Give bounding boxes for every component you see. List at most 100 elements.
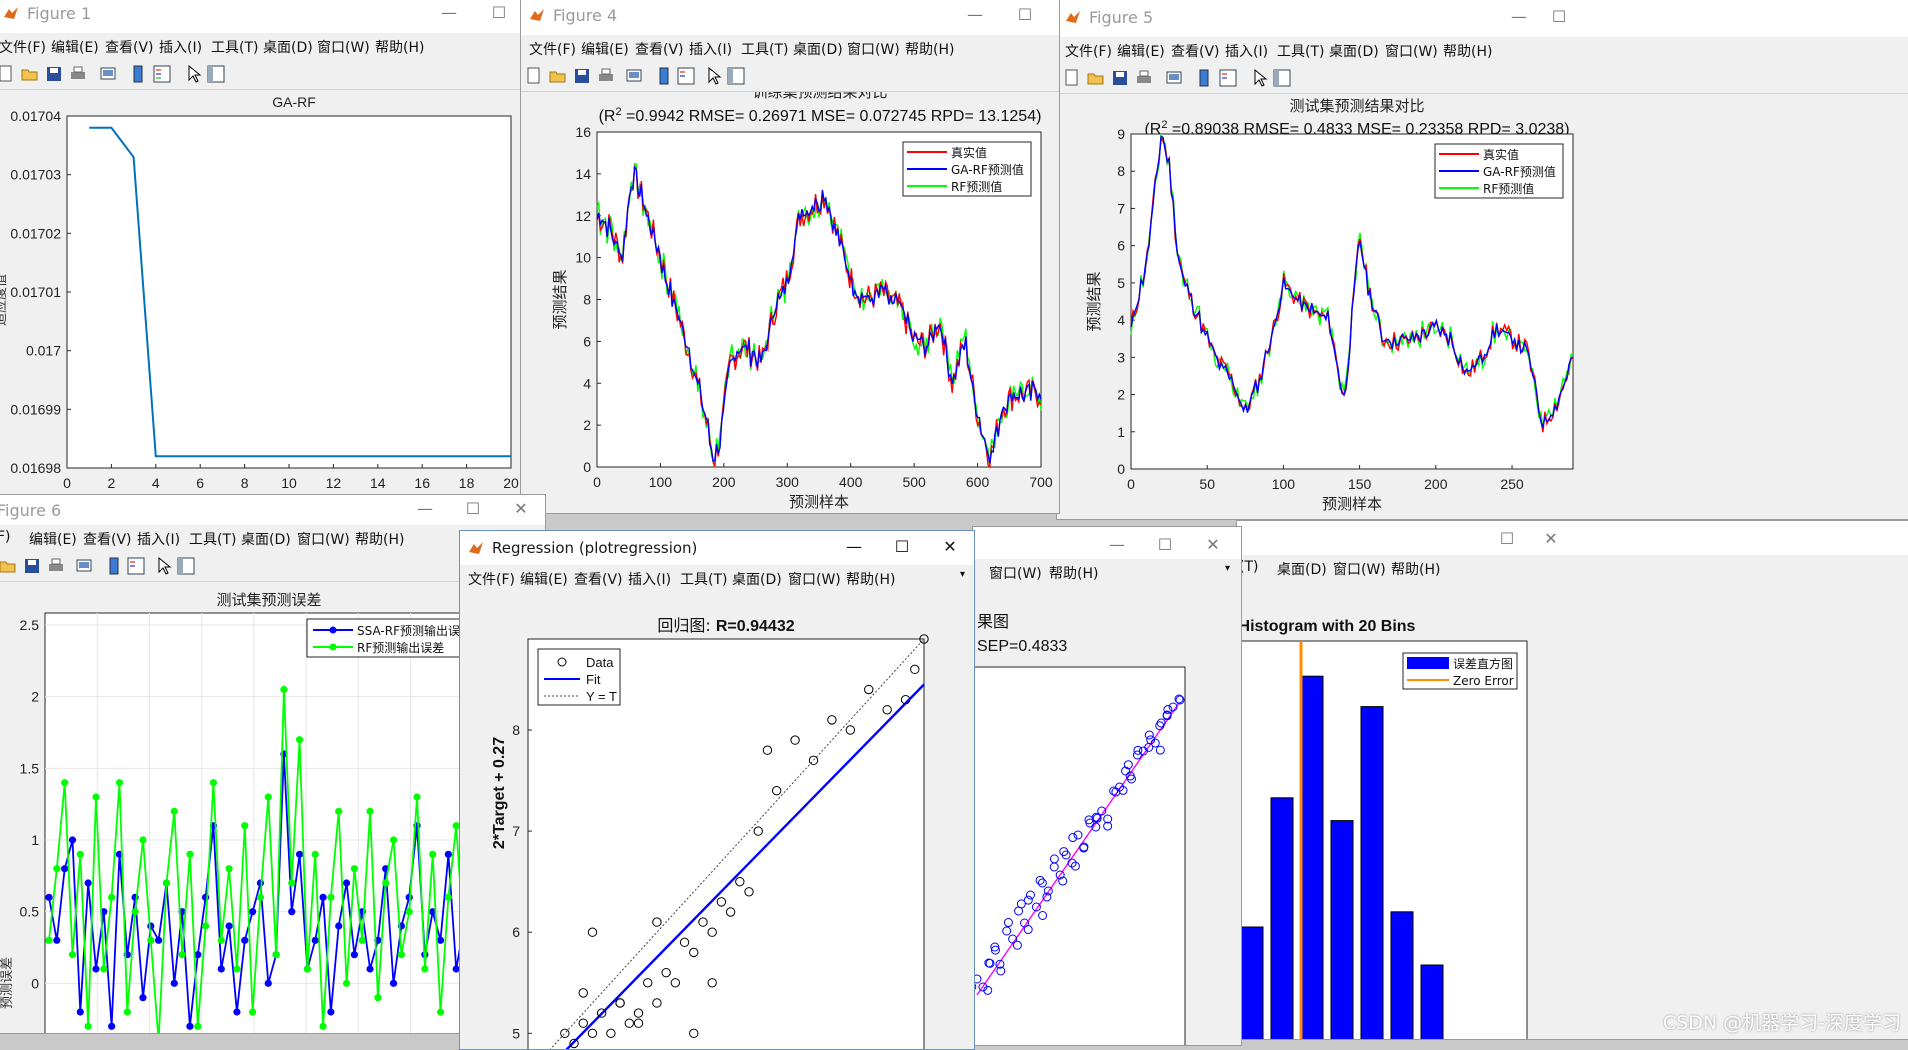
menu-view[interactable]: 查看(V)	[83, 529, 132, 549]
menu-window[interactable]: 窗口(W)	[1333, 559, 1386, 579]
menu-insert[interactable]: 插入(I)	[628, 569, 671, 589]
menu-edit[interactable]: 编辑(E)	[29, 529, 77, 549]
menu-file[interactable]: 文件(F)	[529, 39, 576, 59]
colorbar-icon[interactable]	[655, 67, 673, 85]
open-folder-icon[interactable]	[549, 67, 567, 85]
menu-edit[interactable]: 编辑(E)	[520, 569, 568, 589]
menu-help[interactable]: 帮助(H)	[1049, 563, 1098, 583]
property-editor-icon[interactable]	[177, 557, 195, 575]
legend-icon[interactable]	[1219, 69, 1237, 87]
menu-view[interactable]: 查看(V)	[574, 569, 623, 589]
property-editor-icon[interactable]	[207, 65, 225, 83]
menu-tools[interactable]: 工具(T)	[211, 37, 258, 57]
open-folder-icon[interactable]	[21, 65, 39, 83]
menu-edit[interactable]: 编辑(E)	[51, 37, 99, 57]
minimize-button[interactable]: —	[435, 1, 463, 25]
new-file-icon[interactable]	[0, 65, 15, 83]
legend-icon[interactable]	[153, 65, 171, 83]
toolbar-arrow-icon[interactable]: ▾	[960, 569, 965, 580]
figure1-titlebar[interactable]: Figure 1 — ☐	[0, 0, 533, 33]
menu-view[interactable]: 查看(V)	[105, 37, 154, 57]
menu-window[interactable]: 窗口(W)	[788, 569, 841, 589]
pointer-icon[interactable]	[185, 65, 203, 83]
maximize-button[interactable]: ☐	[888, 535, 916, 559]
link-plot-icon[interactable]	[99, 65, 117, 83]
menu-window[interactable]: 窗口(W)	[847, 39, 900, 59]
minimize-button[interactable]: —	[1505, 5, 1533, 29]
menu-window[interactable]: 窗口(W)	[989, 563, 1042, 583]
menu-help[interactable]: 帮助(H)	[375, 37, 424, 57]
menu-edit[interactable]: 编辑(E)	[581, 39, 629, 59]
minimize-button[interactable]: —	[840, 535, 868, 559]
colorbar-icon[interactable]	[105, 557, 123, 575]
pointer-icon[interactable]	[1251, 69, 1269, 87]
menu-insert[interactable]: 插入(I)	[159, 37, 202, 57]
maximize-button[interactable]: ☐	[485, 1, 513, 25]
menu-help[interactable]: 帮助(H)	[1443, 41, 1492, 61]
menu-window[interactable]: 窗口(W)	[297, 529, 350, 549]
menu-insert[interactable]: 插入(I)	[1225, 41, 1268, 61]
print-icon[interactable]	[69, 65, 87, 83]
minimize-button[interactable]: —	[961, 3, 989, 27]
figure6-titlebar[interactable]: Figure 6 — ☐ ✕	[0, 495, 545, 525]
print-icon[interactable]	[47, 557, 65, 575]
save-icon[interactable]	[573, 67, 591, 85]
property-editor-icon[interactable]	[1273, 69, 1291, 87]
new-file-icon[interactable]	[1063, 69, 1081, 87]
regression-titlebar[interactable]: Regression (plotregression) — ☐ ✕	[460, 531, 974, 565]
legend-icon[interactable]	[127, 557, 145, 575]
close-button[interactable]: ✕	[1537, 527, 1565, 551]
figure4-titlebar[interactable]: Figure 4 — ☐	[521, 0, 1059, 35]
menu-help[interactable]: 帮助(H)	[846, 569, 895, 589]
menu-desktop[interactable]: 桌面(D)	[732, 569, 782, 589]
menu-help[interactable]: 帮助(H)	[905, 39, 954, 59]
figure5-titlebar[interactable]: Figure 5 — ☐	[1057, 0, 1908, 37]
menu-desktop[interactable]: 桌面(D)	[1277, 559, 1327, 579]
property-editor-icon[interactable]	[727, 67, 745, 85]
menu-window[interactable]: 窗口(W)	[317, 37, 370, 57]
pointer-icon[interactable]	[155, 557, 173, 575]
minimize-button[interactable]: —	[1103, 533, 1131, 557]
maximize-button[interactable]: ☐	[1151, 533, 1179, 557]
print-icon[interactable]	[1135, 69, 1153, 87]
histogram-titlebar[interactable]: ☐ ✕	[1237, 521, 1908, 559]
link-plot-icon[interactable]	[625, 67, 643, 85]
maximize-button[interactable]: ☐	[1493, 527, 1521, 551]
open-folder-icon[interactable]	[1087, 69, 1105, 87]
new-file-icon[interactable]	[525, 67, 543, 85]
print-icon[interactable]	[597, 67, 615, 85]
open-folder-icon[interactable]	[0, 557, 17, 575]
menu-file-partial[interactable]: F)	[0, 529, 11, 545]
menu-file[interactable]: 文件(F)	[0, 37, 46, 57]
colorbar-icon[interactable]	[1195, 69, 1213, 87]
legend-icon[interactable]	[677, 67, 695, 85]
menu-edit[interactable]: 编辑(E)	[1117, 41, 1165, 61]
menu-file[interactable]: 文件(F)	[468, 569, 515, 589]
close-button[interactable]: ✕	[936, 535, 964, 559]
minimize-button[interactable]: —	[411, 497, 439, 521]
menu-desktop[interactable]: 桌面(D)	[241, 529, 291, 549]
link-plot-icon[interactable]	[1165, 69, 1183, 87]
menu-desktop[interactable]: 桌面(D)	[263, 37, 313, 57]
close-button[interactable]: ✕	[1199, 533, 1227, 557]
save-icon[interactable]	[23, 557, 41, 575]
link-plot-icon[interactable]	[75, 557, 93, 575]
menu-tools[interactable]: 工具(T)	[741, 39, 788, 59]
menu-view[interactable]: 查看(V)	[635, 39, 684, 59]
menu-window[interactable]: 窗口(W)	[1385, 41, 1438, 61]
save-icon[interactable]	[1111, 69, 1129, 87]
maximize-button[interactable]: ☐	[1545, 5, 1573, 29]
menu-help[interactable]: 帮助(H)	[355, 529, 404, 549]
maximize-button[interactable]: ☐	[459, 497, 487, 521]
menu-desktop[interactable]: 桌面(D)	[793, 39, 843, 59]
menu-insert[interactable]: 插入(I)	[137, 529, 180, 549]
menu-help[interactable]: 帮助(H)	[1391, 559, 1440, 579]
menu-insert[interactable]: 插入(I)	[689, 39, 732, 59]
menu-view[interactable]: 查看(V)	[1171, 41, 1220, 61]
pointer-icon[interactable]	[705, 67, 723, 85]
save-icon[interactable]	[45, 65, 63, 83]
menu-tools[interactable]: 工具(T)	[680, 569, 727, 589]
close-button[interactable]: ✕	[507, 497, 535, 521]
menu-tools[interactable]: 工具(T)	[189, 529, 236, 549]
menu-tools[interactable]: 工具(T)	[1277, 41, 1324, 61]
